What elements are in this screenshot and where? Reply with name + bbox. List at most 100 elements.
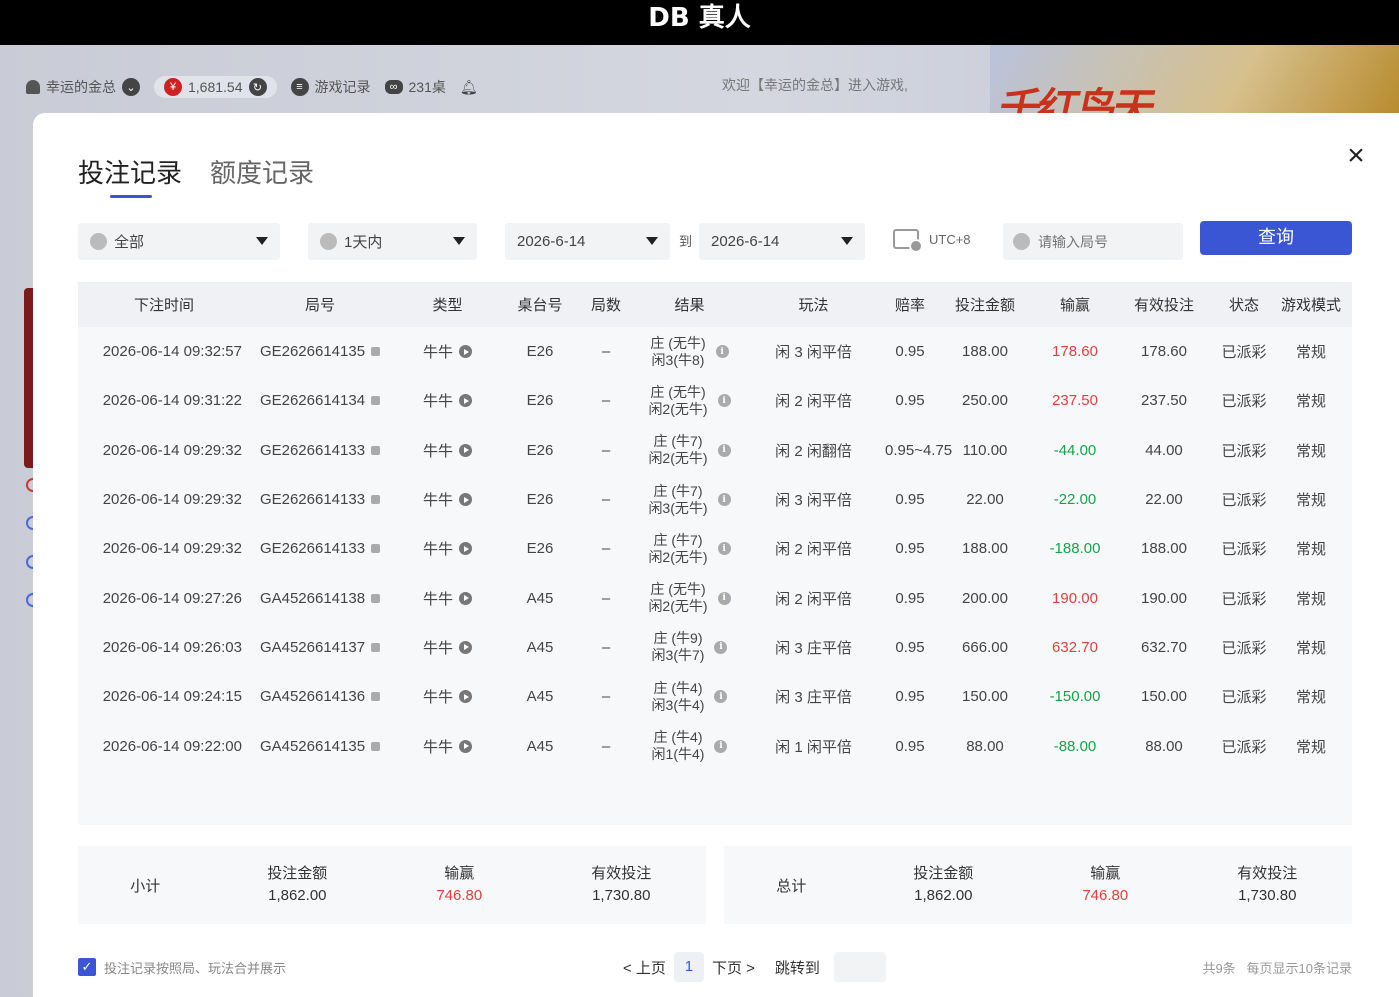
copy-icon[interactable] <box>371 445 381 455</box>
info-icon[interactable]: i <box>717 591 731 605</box>
info-icon[interactable]: i <box>717 394 731 408</box>
info-icon[interactable]: i <box>717 493 731 507</box>
game-records-link[interactable]: ≡ 游戏记录 <box>290 77 371 97</box>
tab-credit-records[interactable]: 额度记录 <box>210 153 314 198</box>
info-icon[interactable]: i <box>714 640 728 654</box>
play-icon[interactable] <box>459 690 472 704</box>
welcome-marquee: 欢迎【幸运的金总】进入游戏, <box>722 77 908 93</box>
play-icon[interactable] <box>459 591 472 605</box>
column-header: 玩法 <box>798 297 829 314</box>
round-cell: GE2626614135 <box>250 343 390 360</box>
bell-button[interactable]: 🔔︎ <box>460 79 478 96</box>
tab-bet-records[interactable]: 投注记录 <box>78 153 182 198</box>
period-value: 1天内 <box>344 234 383 251</box>
tables-icon: ∞ <box>384 80 403 94</box>
info-icon[interactable]: i <box>717 542 731 556</box>
table-header: 下注时间 局号 类型 桌台号 局数 结果 玩法 赔率 投注金额 输赢 有效投注 状态 游戏模式 <box>78 282 1352 327</box>
chevron-down-icon[interactable]: ⌄ <box>122 78 140 96</box>
play-icon[interactable] <box>459 493 472 507</box>
info-icon[interactable]: i <box>714 690 728 704</box>
period-select[interactable]: 1天内 <box>308 223 477 260</box>
total-win-label: 输赢 <box>1090 865 1121 882</box>
type-cell: 牛牛 <box>390 637 505 658</box>
date-to-select[interactable]: 2026-6-14 <box>699 223 865 260</box>
play-icon[interactable] <box>459 542 472 556</box>
result-cell: 庄 (牛7) 闲2(无牛) i <box>637 433 742 467</box>
table-row[interactable]: 2026-06-14 09:29:32 GE2626614133 牛牛 E26 – 庄 (… <box>78 475 1352 524</box>
table-row[interactable]: 2026-06-14 09:32:57 GE2626614135 牛牛 E26 – 庄 (… <box>78 327 1352 376</box>
status: 已派彩 <box>1221 590 1267 608</box>
play-icon[interactable] <box>459 443 472 457</box>
balance-value: 1,681.54 <box>188 79 243 95</box>
status: 已派彩 <box>1221 738 1267 756</box>
jump-label: 跳转到 <box>774 959 820 977</box>
play-icon[interactable] <box>459 394 472 408</box>
info-icon[interactable]: i <box>714 739 728 753</box>
table-row[interactable]: 2026-06-14 09:26:03 GA4526614137 牛牛 A45 – 庄 (… <box>78 623 1352 672</box>
valid-bet: 150.00 <box>1141 688 1187 706</box>
odds: 0.95 <box>895 540 925 558</box>
game-type: 牛牛 <box>422 344 453 362</box>
pagination: < 上页 1 下页 > 跳转到 <box>623 952 886 982</box>
user-menu[interactable]: 幸运的金总 ⌄ <box>26 77 140 97</box>
play-icon[interactable] <box>459 739 472 753</box>
round-number: GA4526614138 <box>259 589 366 607</box>
game-type: 牛牛 <box>422 590 453 608</box>
table-row[interactable]: 2026-06-14 09:27:26 GA4526614138 牛牛 A45 – 庄 (… <box>78 573 1352 622</box>
user-icon <box>26 80 40 94</box>
copy-icon[interactable] <box>371 396 381 406</box>
copy-icon[interactable] <box>371 544 381 554</box>
tables-count[interactable]: ∞ 231桌 <box>384 77 446 97</box>
table-footer: ✓ 投注记录按照局、玩法合并展示 < 上页 1 下页 > 跳转到 共9条 每页显… <box>78 950 1352 984</box>
query-button[interactable]: 查询 <box>1200 221 1352 255</box>
close-icon[interactable]: × <box>1343 141 1369 171</box>
date-from-select[interactable]: 2026-6-14 <box>505 223 670 260</box>
table-row[interactable]: 2026-06-14 09:29:32 GE2626614133 牛牛 E26 – 庄 (… <box>78 524 1352 573</box>
table-number: E26 <box>526 343 554 361</box>
round-search-field[interactable] <box>1003 223 1183 260</box>
bet-time: 2026-06-14 09:22:00 <box>102 737 242 755</box>
bet-time: 2026-06-14 09:32:57 <box>102 343 242 361</box>
prev-page-button[interactable]: < 上页 <box>623 957 666 978</box>
table-row[interactable]: 2026-06-14 09:22:00 GA4526614135 牛牛 A45 – 庄 (… <box>78 721 1352 770</box>
lobby-topbar: 幸运的金总 ⌄ ¥ 1,681.54 ↻ ≡ 游戏记录 ∞ 231桌 🔔︎ 欢迎… <box>0 65 1399 109</box>
info-icon[interactable]: i <box>717 443 731 457</box>
bet-amount: 250.00 <box>962 392 1008 410</box>
records-icon: ≡ <box>290 78 309 96</box>
total-panel: 总计 投注金额 1,862.00 输赢 746.80 有效投注 1,730.80 <box>724 846 1352 924</box>
table-row[interactable]: 2026-06-14 09:24:15 GA4526614136 牛牛 A45 – 庄 (… <box>78 672 1352 721</box>
total-bet-label: 投注金额 <box>913 865 974 882</box>
game-mode: 常规 <box>1295 689 1326 707</box>
copy-icon[interactable] <box>371 347 381 357</box>
timezone-indicator[interactable]: UTC+8 <box>893 229 971 253</box>
round-input[interactable] <box>1038 233 1168 250</box>
merge-checkbox[interactable]: ✓ <box>78 958 96 976</box>
page-1-button[interactable]: 1 <box>673 952 704 982</box>
bet-time: 2026-06-14 09:27:26 <box>102 589 242 607</box>
category-select[interactable]: 全部 <box>78 223 280 260</box>
status: 已派彩 <box>1221 541 1267 559</box>
jump-input[interactable] <box>833 952 886 982</box>
info-icon[interactable]: i <box>715 345 729 359</box>
refresh-icon[interactable]: ↻ <box>248 78 267 96</box>
copy-icon[interactable] <box>371 593 381 603</box>
result-banker: 庄 (牛7) <box>653 482 703 499</box>
modal-tabs: 投注记录 额度记录 <box>78 153 314 198</box>
play-icon[interactable] <box>459 640 472 654</box>
win-loss: -44.00 <box>1053 441 1097 459</box>
side-marker <box>26 593 33 607</box>
table-row[interactable]: 2026-06-14 09:29:32 GE2626614133 牛牛 E26 – 庄 (… <box>78 426 1352 475</box>
table-row[interactable]: 2026-06-14 09:31:22 GE2626614134 牛牛 E26 – 庄 (… <box>78 376 1352 425</box>
round-number: GE2626614133 <box>259 441 366 459</box>
next-page-button[interactable]: 下页 > <box>712 957 755 978</box>
play-icon[interactable] <box>459 345 472 359</box>
result-text: 庄 (牛7) 闲2(无牛) <box>648 532 707 566</box>
copy-icon[interactable] <box>371 495 381 505</box>
copy-icon[interactable] <box>371 692 381 702</box>
game-mode: 常规 <box>1295 393 1326 411</box>
column-header: 局号 <box>304 297 335 314</box>
copy-icon[interactable] <box>371 642 381 652</box>
total-count: 共9条 <box>1202 961 1236 976</box>
status: 已派彩 <box>1221 344 1267 362</box>
copy-icon[interactable] <box>371 741 381 751</box>
